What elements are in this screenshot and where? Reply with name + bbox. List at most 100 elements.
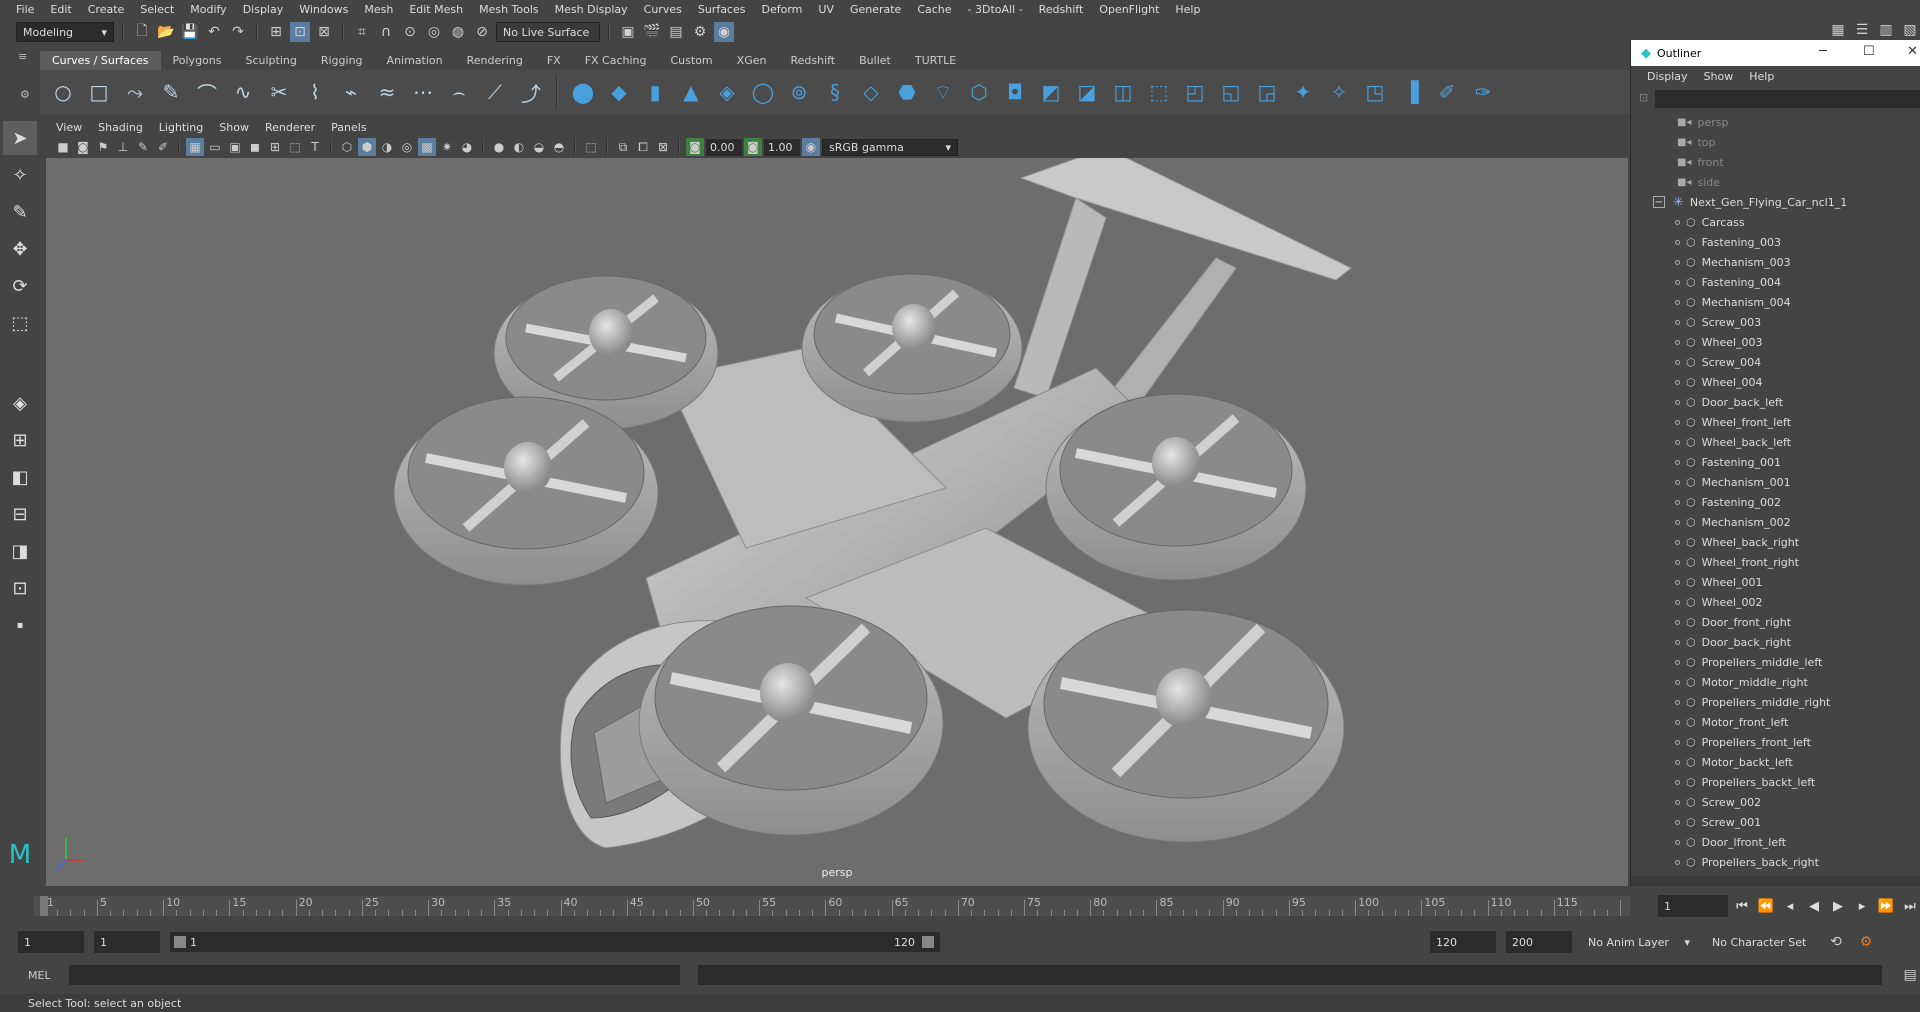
- menu-mesh-tools[interactable]: Mesh Tools: [471, 3, 547, 16]
- anim-prefs-icon[interactable]: ⚙: [1856, 932, 1876, 952]
- outliner-item[interactable]: ⬡ Screw_001: [1631, 812, 1907, 832]
- outliner-item[interactable]: ⬡ Door_back_left: [1631, 392, 1907, 412]
- nurbs-cube-icon[interactable]: ◆: [604, 77, 634, 107]
- bezier-curve-icon[interactable]: ⌒: [192, 77, 222, 107]
- tool-settings-icon[interactable]: ▧: [1900, 20, 1920, 40]
- duplicate-curve-icon[interactable]: ⤴: [516, 77, 546, 107]
- intersect-icon[interactable]: ◫: [1108, 77, 1138, 107]
- menu-mesh-display[interactable]: Mesh Display: [547, 3, 636, 16]
- minimize-icon[interactable]: ─: [1819, 44, 1827, 59]
- menu-windows[interactable]: Windows: [291, 3, 356, 16]
- snap-grid-icon[interactable]: ⌗: [352, 22, 372, 42]
- perspective-viewport[interactable]: persp: [46, 158, 1628, 886]
- play-forwards-icon[interactable]: ▶: [1828, 899, 1848, 914]
- snap-live-icon[interactable]: ⊘: [472, 22, 492, 42]
- range-end-handle[interactable]: [922, 936, 934, 948]
- outliner-item[interactable]: ⬡ Mechanism_002: [1631, 512, 1907, 532]
- trim-icon[interactable]: ⬚: [1144, 77, 1174, 107]
- wireframe-icon[interactable]: ⬡: [338, 138, 356, 156]
- menu-redshift[interactable]: Redshift: [1031, 3, 1092, 16]
- time-slider-track[interactable]: 1 5 10 15 20 25 30 35 40 45 50 55 60 65 70 75 80 85 90 95 10…: [34, 896, 1630, 916]
- untrim-icon[interactable]: ◰: [1180, 77, 1210, 107]
- exposure-icon[interactable]: ◙: [686, 138, 704, 156]
- textured-icon[interactable]: ▩: [418, 138, 436, 156]
- outliner-item[interactable]: ⬡ Wheel_003: [1631, 332, 1907, 352]
- shelf-tab-redshift[interactable]: Redshift: [778, 51, 847, 70]
- bookmark-icon[interactable]: ⚑: [94, 138, 112, 156]
- go-to-start-icon[interactable]: ⏮: [1732, 899, 1752, 914]
- render-view-icon[interactable]: ▣: [618, 22, 638, 42]
- shelf-tab-turtle[interactable]: TURTLE: [903, 51, 968, 70]
- select-component-icon[interactable]: ⊠: [314, 22, 334, 42]
- anti-aliasing-icon[interactable]: ◒: [530, 138, 548, 156]
- menu-deform[interactable]: Deform: [753, 3, 810, 16]
- gamma-icon[interactable]: ◙: [744, 138, 762, 156]
- open-close-icon[interactable]: ✧: [1324, 77, 1354, 107]
- outliner-item[interactable]: ⬡ Wheel_front_right: [1631, 552, 1907, 572]
- viewport-menu-view[interactable]: View: [48, 121, 90, 134]
- outliner-item[interactable]: ⬡ Screw_003: [1631, 312, 1907, 332]
- planar-icon[interactable]: ◇: [856, 77, 886, 107]
- shelf-settings-icon[interactable]: ⚙: [20, 88, 30, 101]
- birail-icon[interactable]: ⌔: [928, 77, 958, 107]
- outliner-layout-icon[interactable]: ⊡: [3, 571, 37, 605]
- play-backwards-icon[interactable]: ◀: [1804, 899, 1824, 914]
- outliner-item[interactable]: ⬡ Wheel_back_right: [1631, 532, 1907, 552]
- menu-create[interactable]: Create: [80, 3, 133, 16]
- outliner-menu-show[interactable]: Show: [1696, 70, 1742, 83]
- xray-active-icon[interactable]: ⧠: [634, 138, 652, 156]
- cv-curve-icon[interactable]: ⤳: [120, 77, 150, 107]
- boundary-icon[interactable]: ⬡: [964, 77, 994, 107]
- nurbs-torus-icon[interactable]: ◯: [748, 77, 778, 107]
- resolution-gate-icon[interactable]: ▣: [226, 138, 244, 156]
- outliner-item[interactable]: ⬡ Propellers_backt_left: [1631, 772, 1907, 792]
- viewport-menu-lighting[interactable]: Lighting: [151, 121, 211, 134]
- outliner-camera-side[interactable]: ■◂ side: [1631, 172, 1907, 192]
- nurbs-cone-icon[interactable]: ▲: [676, 77, 706, 107]
- outliner-item[interactable]: ⬡ Fastening_003: [1631, 232, 1907, 252]
- step-back-frame-icon[interactable]: ◂: [1780, 899, 1800, 914]
- grease-pencil-icon[interactable]: ✐: [154, 138, 172, 156]
- menu-curves[interactable]: Curves: [636, 3, 690, 16]
- new-scene-icon[interactable]: 🗋: [132, 22, 152, 42]
- snap-view-icon[interactable]: ◎: [424, 22, 444, 42]
- viewport-menu-panels[interactable]: Panels: [323, 121, 374, 134]
- menu-surfaces[interactable]: Surfaces: [690, 3, 754, 16]
- attach-curve-icon[interactable]: ⌇: [300, 77, 330, 107]
- viewport-menu-show[interactable]: Show: [211, 121, 257, 134]
- go-to-end-icon[interactable]: ⏭: [1900, 899, 1920, 914]
- shelf-tab-custom[interactable]: Custom: [659, 51, 725, 70]
- outliner-item[interactable]: ⬡ Fastening_004: [1631, 272, 1907, 292]
- fillet-curve-icon[interactable]: ⌢: [444, 77, 474, 107]
- persp-outliner-layout-icon[interactable]: ◨: [3, 534, 37, 568]
- menu-openflight[interactable]: OpenFlight: [1091, 3, 1167, 16]
- rotate-tool-icon[interactable]: ⟳: [3, 269, 37, 303]
- shelf-tab-rigging[interactable]: Rigging: [309, 51, 375, 70]
- ep-curve-icon[interactable]: ✎: [156, 77, 186, 107]
- ambient-occlusion-icon[interactable]: ●: [490, 138, 508, 156]
- extend-curve-icon[interactable]: ⟋: [480, 77, 510, 107]
- depth-of-field-icon[interactable]: ◓: [550, 138, 568, 156]
- step-forward-key-icon[interactable]: ⏩: [1876, 899, 1896, 914]
- playback-start-field[interactable]: 1: [94, 931, 160, 953]
- persp-graph-layout-icon[interactable]: ⊟: [3, 497, 37, 531]
- smooth-shade-icon[interactable]: ⬢: [358, 138, 376, 156]
- end-time-field[interactable]: 200: [1506, 931, 1572, 953]
- shelf-tab-curves-surfaces[interactable]: Curves / Surfaces: [40, 51, 161, 70]
- menu-file[interactable]: File: [8, 3, 42, 16]
- paint-select-icon[interactable]: ✎: [3, 195, 37, 229]
- outliner-item[interactable]: ⬡ Propellers_middle_right: [1631, 692, 1907, 712]
- grid-icon[interactable]: ▦: [186, 138, 204, 156]
- snap-point-icon[interactable]: ⊙: [400, 22, 420, 42]
- snap-surface-icon[interactable]: ◍: [448, 22, 468, 42]
- offset-curve-icon[interactable]: ≈: [372, 77, 402, 107]
- menu-generate[interactable]: Generate: [842, 3, 909, 16]
- current-time-marker[interactable]: [40, 896, 48, 916]
- film-gate-icon[interactable]: ▭: [206, 138, 224, 156]
- safe-title-icon[interactable]: T: [306, 138, 324, 156]
- time-slider[interactable]: 1 5 10 15 20 25 30 35 40 45 50 55 60 65 70 75 80 85 90 95 10…: [20, 890, 1630, 922]
- menu-3dtoall[interactable]: - 3DtoAll -: [960, 3, 1031, 16]
- side-by-side-layout-icon[interactable]: ◧: [3, 460, 37, 494]
- isolate-select-icon[interactable]: ⬚: [582, 138, 600, 156]
- outliner-item[interactable]: ⬡ Screw_004: [1631, 352, 1907, 372]
